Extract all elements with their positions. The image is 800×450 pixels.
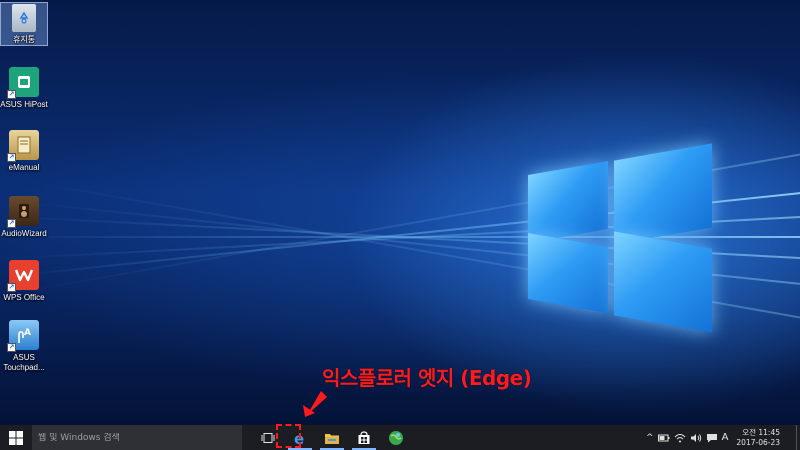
globe-icon (389, 430, 403, 445)
desktop-icon-label: ASUS HiPost (0, 100, 48, 109)
annotation-highlight-box (276, 424, 301, 448)
desktop-icon-label: ASUS Touchpad... (3, 353, 45, 372)
search-input[interactable] (38, 432, 242, 443)
windows-logo-wallpaper (526, 140, 716, 333)
desktop-icon-asus-hipost[interactable]: ↗ ASUS HiPost (0, 67, 48, 110)
touchpad-icon: A ↗ (7, 320, 39, 352)
annotation-arrow-icon (303, 391, 327, 417)
annotation-label: 익스플로러 엣지 (Edge) (322, 366, 532, 390)
clock[interactable]: 오전 11:45 2017-06-23 (736, 428, 780, 448)
recycle-bin-icon (12, 4, 36, 32)
folder-icon (325, 433, 339, 444)
start-button[interactable] (0, 425, 32, 450)
volume-icon[interactable] (690, 433, 702, 443)
emanual-icon: ↗ (7, 130, 39, 162)
wifi-icon[interactable] (674, 433, 686, 443)
file-explorer-taskbar-button[interactable] (316, 425, 348, 450)
audiowizard-icon: ↗ (7, 196, 39, 228)
desktop-icon-audiowizard[interactable]: ↗ AudioWizard (0, 196, 48, 239)
store-taskbar-button[interactable] (348, 425, 380, 450)
desktop-icon-label: WPS Office (3, 293, 45, 302)
taskbar-search-box[interactable] (32, 425, 242, 450)
clock-date: 2017-06-23 (736, 437, 780, 447)
battery-icon[interactable] (657, 433, 670, 443)
ime-indicator[interactable]: A (722, 432, 729, 443)
desktop-icon-emanual[interactable]: ↗ eManual (0, 130, 48, 173)
desktop: 휴지통 ↗ ASUS HiPost ↗ eManual ↗ AudioWizar… (0, 0, 800, 425)
taskbar: e ^ (0, 425, 800, 450)
desktop-icon-wps-office[interactable]: ↗ WPS Office (0, 260, 48, 303)
clock-time: 오전 11:45 (742, 427, 780, 437)
store-icon (358, 430, 370, 444)
show-desktop-button[interactable] (796, 425, 800, 450)
system-tray: ^ A 오전 11:45 2017-06-23 (646, 425, 800, 450)
desktop-icon-asus-touchpad[interactable]: A ↗ ASUS Touchpad... (0, 320, 48, 373)
action-center-icon[interactable] (706, 433, 718, 443)
desktop-icon-label: 휴지통 (12, 35, 36, 44)
browser-taskbar-button[interactable] (380, 425, 412, 450)
wps-office-icon: ↗ (7, 260, 39, 292)
desktop-icon-label: AudioWizard (1, 229, 47, 238)
desktop-icon-recycle-bin[interactable]: 휴지통 (0, 2, 48, 46)
desktop-icon-label: eManual (8, 163, 40, 172)
task-view-icon (261, 432, 275, 443)
hipost-icon: ↗ (7, 67, 39, 99)
svg-text:A: A (24, 328, 31, 338)
chevron-up-icon[interactable]: ^ (646, 433, 654, 443)
windows-start-icon (9, 430, 23, 445)
